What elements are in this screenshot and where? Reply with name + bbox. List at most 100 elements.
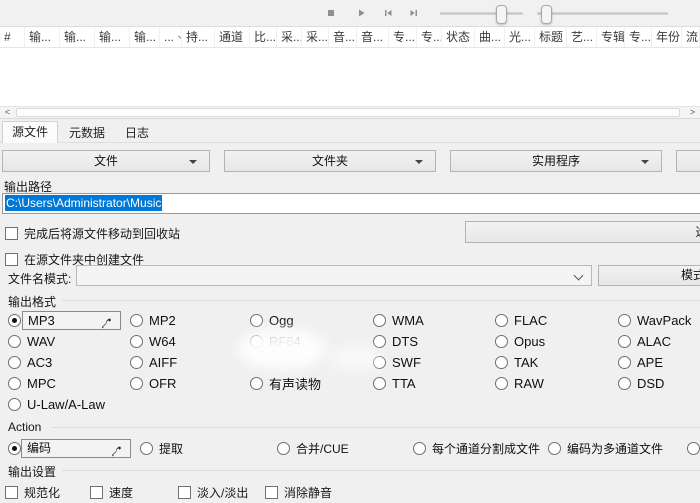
column-header-15[interactable]: 状态 [442,27,475,47]
action-radio-编码[interactable] [8,440,21,457]
filename-pattern-combobox[interactable] [76,265,592,286]
radio-circle[interactable] [8,442,21,455]
column-header-4[interactable]: 输... [130,27,160,47]
radio-circle[interactable] [130,314,143,327]
radio-circle[interactable] [618,356,631,369]
pattern-button[interactable]: 模式 [598,265,700,286]
radio-circle[interactable] [413,442,426,455]
menu-button-utilities[interactable]: 实用程序 [450,150,662,172]
checkbox-move-to-recycle-bin[interactable]: 完成后将源文件移动到回收站 [5,225,180,242]
column-header-13[interactable]: 专... [389,27,417,47]
radio-circle[interactable] [277,442,290,455]
column-header-8[interactable]: 比... [250,27,277,47]
column-header-16[interactable]: 曲... [475,27,505,47]
radio-circle[interactable] [8,356,21,369]
format-radio-raw[interactable]: RAW [495,375,544,392]
radio-circle[interactable] [130,377,143,390]
radio-circle[interactable] [618,335,631,348]
radio-circle[interactable] [373,356,386,369]
file-list-body[interactable] [0,48,700,106]
setting-checkbox-淡入-淡出[interactable]: 淡入/淡出 [178,484,248,501]
column-header-3[interactable]: 输... [95,27,130,47]
column-header-1[interactable]: 输... [25,27,60,47]
menu-button-partial[interactable] [676,150,700,172]
selected-action-config-box[interactable]: 编码 [21,439,131,458]
radio-circle[interactable] [495,356,508,369]
volume-slider-thumb[interactable] [541,5,552,24]
format-radio-dsd[interactable]: DSD [618,375,664,392]
column-header-14[interactable]: 专... [417,27,442,47]
format-radio-wav[interactable]: WAV [8,333,55,350]
format-radio-rf64[interactable]: RF64 [250,333,301,350]
menu-button-folder[interactable]: 文件夹 [224,150,436,172]
radio-circle[interactable] [495,314,508,327]
format-radio--[interactable]: 有声读物 [250,375,321,392]
action-radio-每个通道分割成文件[interactable]: 每个通道分割成文件 [413,440,540,457]
play-button[interactable] [352,5,370,21]
setting-checkbox-消除静音[interactable]: 消除静音 [265,484,332,501]
column-header-18[interactable]: 标题 [535,27,567,47]
format-radio-ogg[interactable]: Ogg [250,312,294,329]
scroll-left-arrow-icon[interactable]: < [0,107,15,118]
column-header-11[interactable]: 音... [329,27,357,47]
radio-circle[interactable] [8,377,21,390]
radio-circle[interactable] [618,314,631,327]
radio-circle[interactable] [373,314,386,327]
column-header-19[interactable]: 艺... [567,27,597,47]
column-header-9[interactable]: 采... [277,27,302,47]
checkbox-box[interactable] [5,227,18,240]
format-radio-ac3[interactable]: AC3 [8,354,52,371]
radio-circle[interactable] [548,442,561,455]
column-header-7[interactable]: 通道 [215,27,250,47]
stop-button[interactable] [322,5,340,21]
radio-circle[interactable] [618,377,631,390]
format-radio-w64[interactable]: W64 [130,333,176,350]
checkbox-box[interactable] [90,486,103,499]
column-header-12[interactable]: 音... [357,27,389,47]
radio-circle[interactable] [8,398,21,411]
radio-circle[interactable] [250,377,263,390]
format-radio-wavpack[interactable]: WavPack [618,312,691,329]
radio-circle[interactable] [495,335,508,348]
seek-slider[interactable] [440,12,523,15]
radio-circle[interactable] [130,356,143,369]
format-radio-alac[interactable]: ALAC [618,333,671,350]
format-radio-mp3[interactable] [8,312,21,329]
format-radio-tak[interactable]: TAK [495,354,538,371]
radio-circle[interactable] [250,335,263,348]
radio-circle[interactable] [8,335,21,348]
column-header-5[interactable]: ... [160,27,182,47]
radio-circle[interactable] [8,314,21,327]
checkbox-box[interactable] [178,486,191,499]
tab-source-files[interactable]: 源文件 [2,121,58,143]
format-radio-flac[interactable]: FLAC [495,312,547,329]
tab-log[interactable]: 日志 [116,123,158,143]
column-header-2[interactable]: 输... [60,27,95,47]
column-header-20[interactable]: 专辑 [597,27,625,47]
radio-circle[interactable] [140,442,153,455]
action-radio-提取[interactable]: 提取 [140,440,183,457]
format-radio-aiff[interactable]: AIFF [130,354,177,371]
output-path-input[interactable]: C:\Users\Administrator\Music [2,193,700,214]
action-radio-合并-CUE[interactable]: 合并/CUE [277,440,349,457]
format-radio-u-law-a-law[interactable]: U-Law/A-Law [8,396,105,413]
action-radio-编码为多通道文件[interactable]: 编码为多通道文件 [548,440,663,457]
seek-slider-thumb[interactable] [496,5,507,24]
format-radio-ape[interactable]: APE [618,354,663,371]
radio-circle[interactable] [250,314,263,327]
action-radio-partial[interactable] [687,440,700,457]
setting-checkbox-速度[interactable]: 速度 [90,484,133,501]
horizontal-scrollbar[interactable]: < > [0,106,700,119]
tab-metadata[interactable]: 元数据 [60,123,114,143]
skip-forward-button[interactable] [405,5,423,21]
checkbox-box[interactable] [5,486,18,499]
format-radio-tta[interactable]: TTA [373,375,416,392]
scroll-right-arrow-icon[interactable]: > [685,107,700,118]
format-radio-mpc[interactable]: MPC [8,375,56,392]
radio-circle[interactable] [687,442,700,455]
radio-circle[interactable] [373,377,386,390]
format-radio-dts[interactable]: DTS [373,333,418,350]
column-header-17[interactable]: 光... [505,27,535,47]
setting-checkbox-规范化[interactable]: 规范化 [5,484,60,501]
radio-circle[interactable] [130,335,143,348]
